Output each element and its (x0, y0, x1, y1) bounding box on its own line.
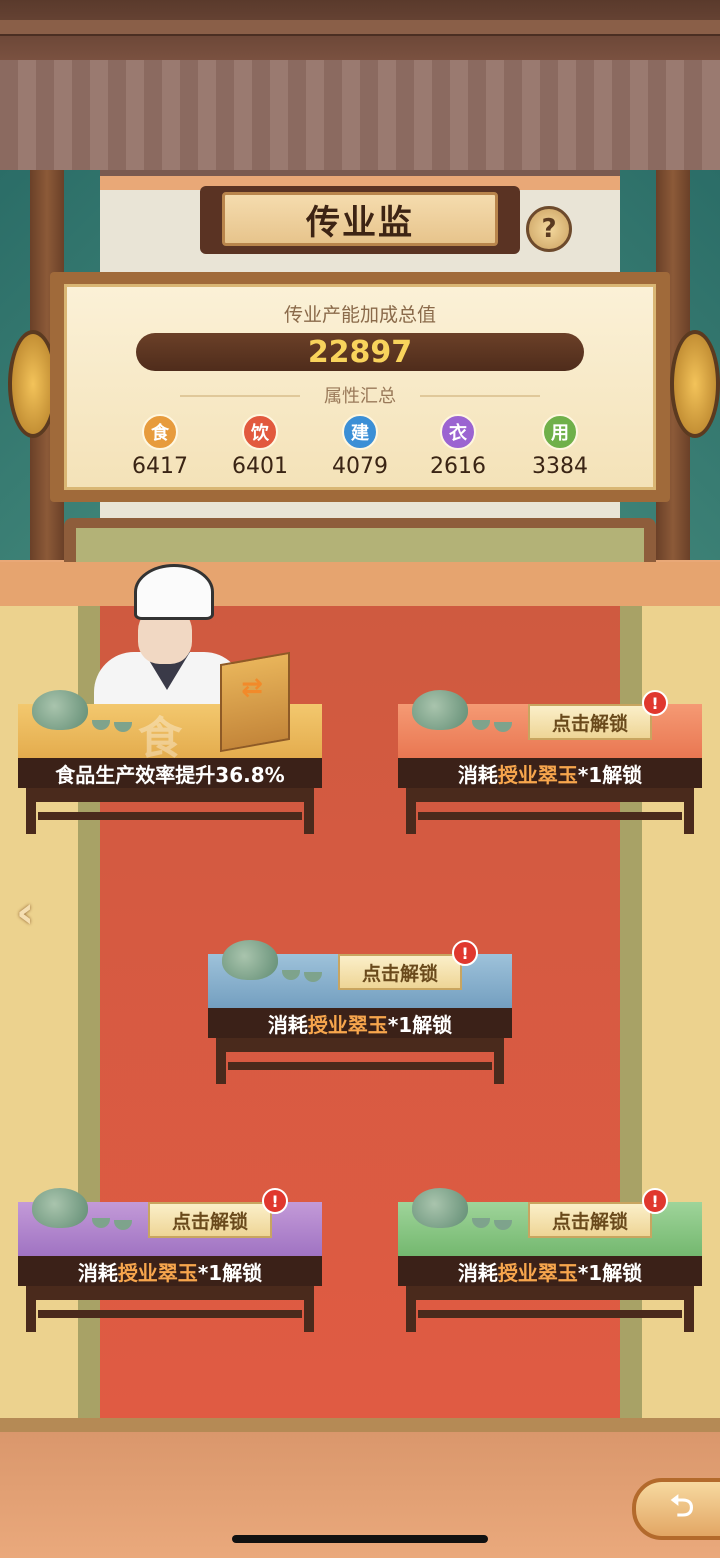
unlock-button[interactable]: 点击解锁 (148, 1202, 272, 1238)
unlock-cost-text: 消耗 授业翠玉 *1解锁 (398, 1256, 702, 1286)
cost-prefix: 消耗 (267, 1012, 308, 1037)
teapot-icon (32, 1188, 88, 1228)
table-crossbar (418, 1310, 682, 1318)
table-slot-4[interactable]: 点击解锁 ! 消耗 授业翠玉 *1解锁 (18, 1188, 322, 1342)
table-slot-2[interactable]: 点击解锁 ! 消耗 授业翠玉 *1解锁 (398, 690, 702, 844)
stage-curtain (0, 60, 720, 176)
capacity-bonus-label: 传业产能加成总值 (283, 304, 436, 326)
food-icon: 食 (142, 414, 178, 450)
cost-suffix: *1解锁 (387, 1012, 453, 1037)
table-legs (216, 1038, 504, 1084)
alert-icon: ! (262, 1188, 288, 1214)
return-icon: ⮌ (669, 1488, 695, 1524)
attribute-food: 食 6417 (125, 414, 195, 479)
alert-icon: ! (642, 690, 668, 716)
back-button[interactable]: ⮌ (632, 1478, 720, 1540)
character-hat (134, 564, 214, 620)
unlock-cost-text: 消耗 授业翠玉 *1解锁 (208, 1008, 512, 1038)
swap-icon: ⇄ (241, 673, 263, 703)
cost-prefix: 消耗 (457, 1260, 498, 1285)
table-legs (406, 788, 694, 834)
build-icon: 建 (342, 414, 378, 450)
teapot-icon (412, 690, 468, 730)
cost-suffix: *1解锁 (577, 762, 643, 787)
unlock-cost-text: 消耗 授业翠玉 *1解锁 (398, 758, 702, 788)
food-watermark: 食 (138, 713, 182, 764)
unlock-button[interactable]: 点击解锁 (528, 704, 652, 740)
attribute-value: 3384 (532, 454, 588, 479)
unlock-button[interactable]: 点击解锁 (528, 1202, 652, 1238)
previous-page-button[interactable]: ‹ (16, 890, 46, 936)
cost-item: 授业翠玉 (497, 1260, 578, 1285)
attribute-value: 6417 (132, 454, 188, 479)
teapot-icon (32, 690, 88, 730)
cost-suffix: *1解锁 (197, 1260, 263, 1285)
table-crossbar (38, 812, 302, 820)
teapot-icon (222, 940, 278, 980)
help-button[interactable]: ? (526, 206, 572, 252)
table-legs (406, 1286, 694, 1332)
attribute-use: 用 3384 (525, 414, 595, 479)
table-legs (26, 788, 314, 834)
roof-beam-line (0, 20, 720, 36)
teapot-icon (412, 1188, 468, 1228)
table-crossbar (228, 1062, 492, 1070)
home-indicator[interactable] (232, 1535, 488, 1543)
attributes-summary-title: 属性汇总 (324, 386, 396, 407)
unlock-button[interactable]: 点击解锁 (338, 954, 462, 990)
cost-prefix: 消耗 (457, 762, 498, 787)
chevron-left-icon: ‹ (16, 887, 35, 938)
cost-item: 授业翠玉 (497, 762, 578, 787)
attribute-clothing: 衣 2616 (423, 414, 493, 479)
table-crossbar (38, 1310, 302, 1318)
floor-trim (0, 1418, 720, 1432)
table-slot-5[interactable]: 点击解锁 ! 消耗 授业翠玉 *1解锁 (398, 1188, 702, 1342)
attribute-drink: 饮 6401 (225, 414, 295, 479)
attribute-value: 6401 (232, 454, 288, 479)
question-icon: ? (541, 214, 557, 244)
cost-item: 授业翠玉 (117, 1260, 198, 1285)
table-slot-3[interactable]: 点击解锁 ! 消耗 授业翠玉 *1解锁 (208, 940, 512, 1094)
attribute-value: 4079 (332, 454, 388, 479)
alert-icon: ! (642, 1188, 668, 1214)
unlock-cost-text: 消耗 授业翠玉 *1解锁 (18, 1256, 322, 1286)
page-title: 传业监 (222, 192, 498, 246)
clothing-icon: 衣 (440, 414, 476, 450)
attribute-value: 2616 (430, 454, 486, 479)
right-ornament (670, 330, 720, 438)
cost-item: 授业翠玉 (307, 1012, 388, 1037)
swap-button[interactable]: ⇄ (230, 675, 274, 718)
alert-icon: ! (452, 940, 478, 966)
table-legs (26, 1286, 314, 1332)
cost-suffix: *1解锁 (577, 1260, 643, 1285)
attribute-build: 建 4079 (325, 414, 395, 479)
drink-icon: 饮 (242, 414, 278, 450)
roof-beam (0, 0, 720, 60)
use-icon: 用 (542, 414, 578, 450)
capacity-bonus-total: 22897 (136, 333, 584, 371)
table-crossbar (418, 812, 682, 820)
table-effect-text: 食品生产效率提升36.8% (18, 758, 322, 788)
shelf-top (76, 528, 644, 564)
cost-prefix: 消耗 (77, 1260, 118, 1285)
